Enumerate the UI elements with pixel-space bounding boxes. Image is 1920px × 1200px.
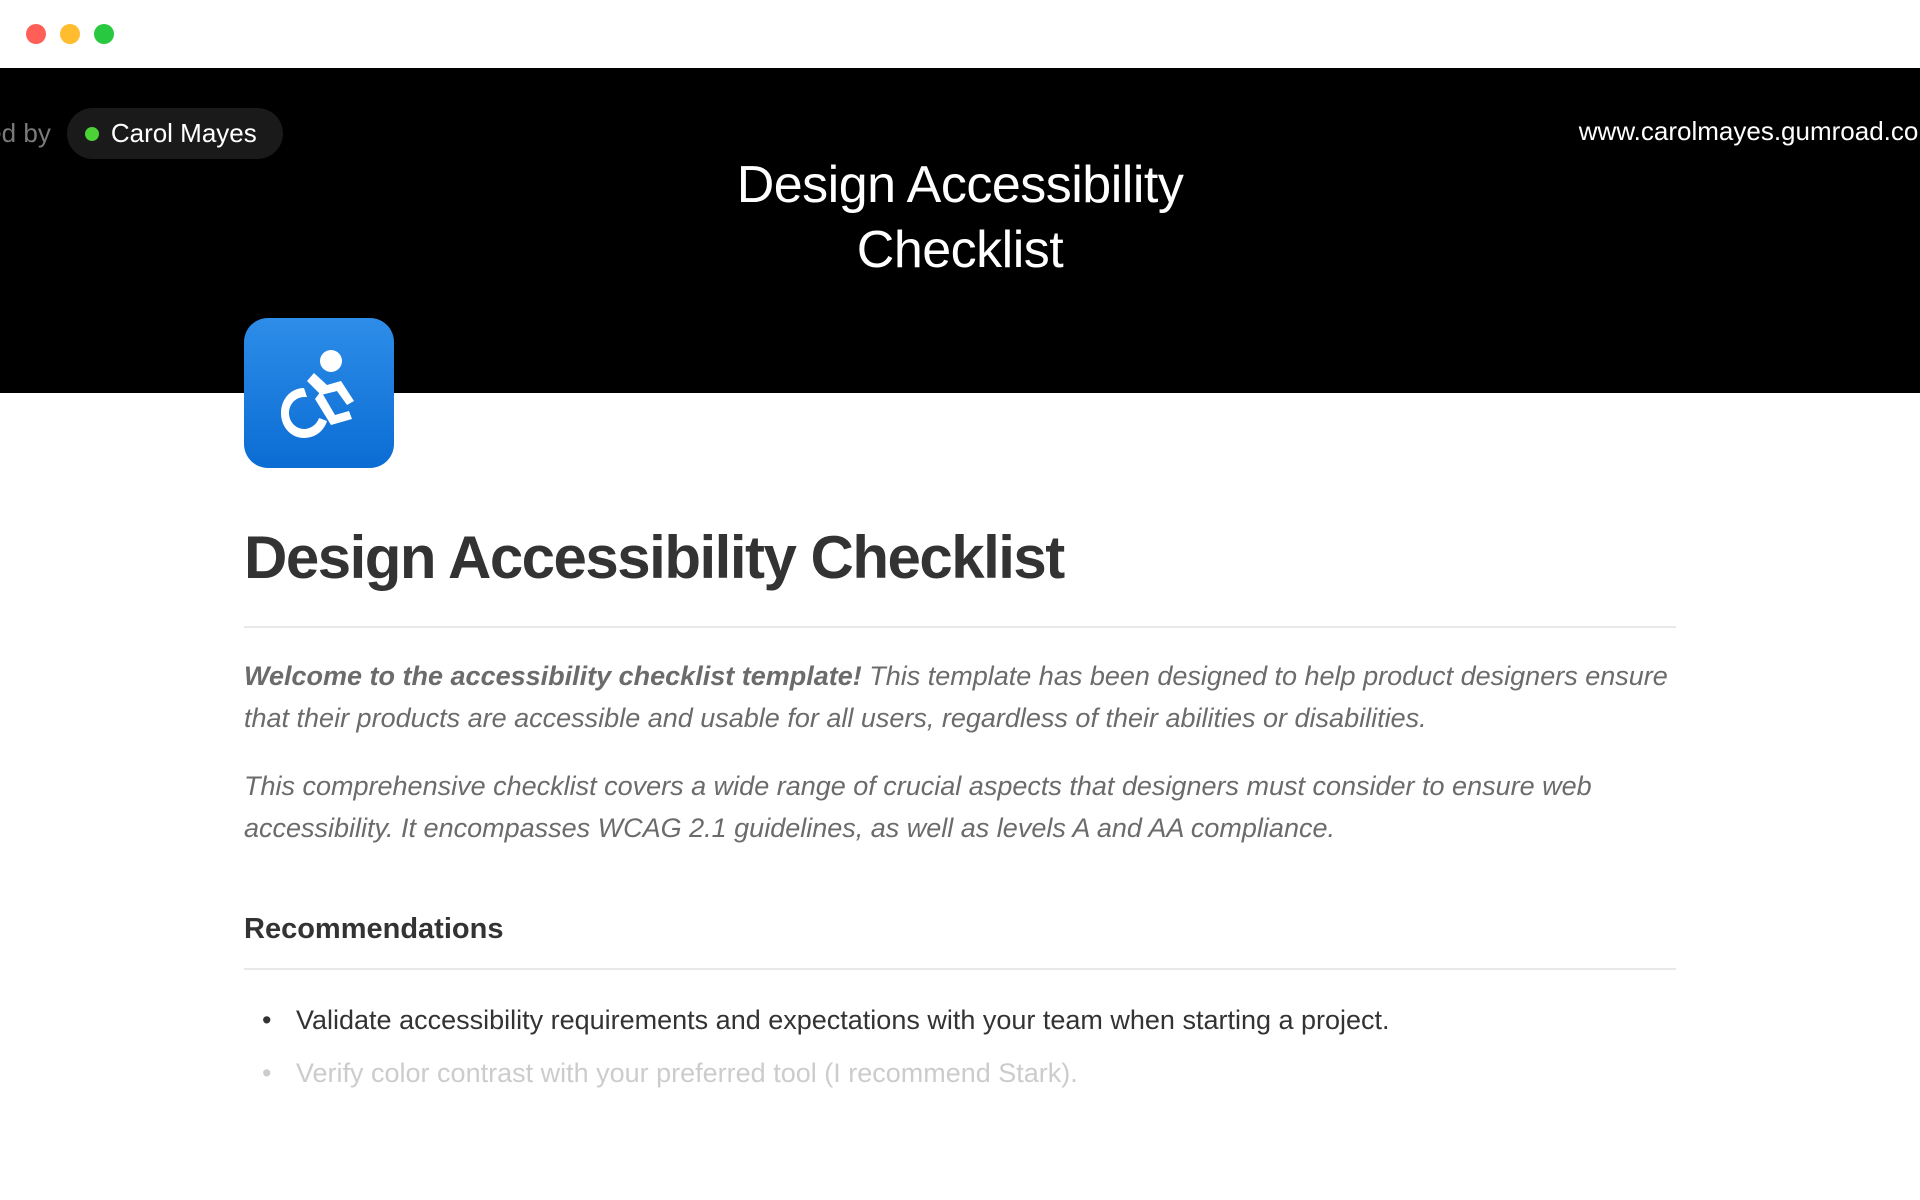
intro-bold: Welcome to the accessibility checklist t… bbox=[244, 661, 862, 691]
intro-paragraph-1: Welcome to the accessibility checklist t… bbox=[244, 656, 1676, 740]
recommendations-heading: Recommendations bbox=[244, 913, 1676, 946]
window-chrome bbox=[0, 0, 1920, 68]
close-window-button[interactable] bbox=[26, 24, 46, 44]
hero-title: Design Accessibility Checklist bbox=[0, 68, 1920, 283]
creator-name: Carol Mayes bbox=[111, 118, 257, 149]
status-online-icon bbox=[85, 127, 99, 141]
recommendations-list: Validate accessibility requirements and … bbox=[244, 996, 1676, 1097]
website-url[interactable]: www.carolmayes.gumroad.com bbox=[1579, 116, 1920, 147]
page-icon[interactable] bbox=[244, 318, 394, 468]
page-title: Design Accessibility Checklist bbox=[244, 523, 1676, 592]
minimize-window-button[interactable] bbox=[60, 24, 80, 44]
hero-title-line2: Checklist bbox=[0, 218, 1920, 283]
hero-title-line1: Design Accessibility bbox=[0, 153, 1920, 218]
creator-pill[interactable]: Carol Mayes bbox=[67, 108, 283, 159]
divider bbox=[244, 626, 1676, 628]
created-by-label: ted by bbox=[0, 118, 51, 149]
accessibility-icon bbox=[269, 343, 369, 443]
divider bbox=[244, 968, 1676, 970]
list-item: Validate accessibility requirements and … bbox=[252, 996, 1676, 1045]
maximize-window-button[interactable] bbox=[94, 24, 114, 44]
list-item: Verify color contrast with your preferre… bbox=[252, 1049, 1676, 1098]
intro-paragraph-2: This comprehensive checklist covers a wi… bbox=[244, 766, 1676, 850]
creator-row: ted by Carol Mayes bbox=[0, 108, 283, 159]
content-area: Design Accessibility Checklist Welcome t… bbox=[0, 393, 1920, 1098]
